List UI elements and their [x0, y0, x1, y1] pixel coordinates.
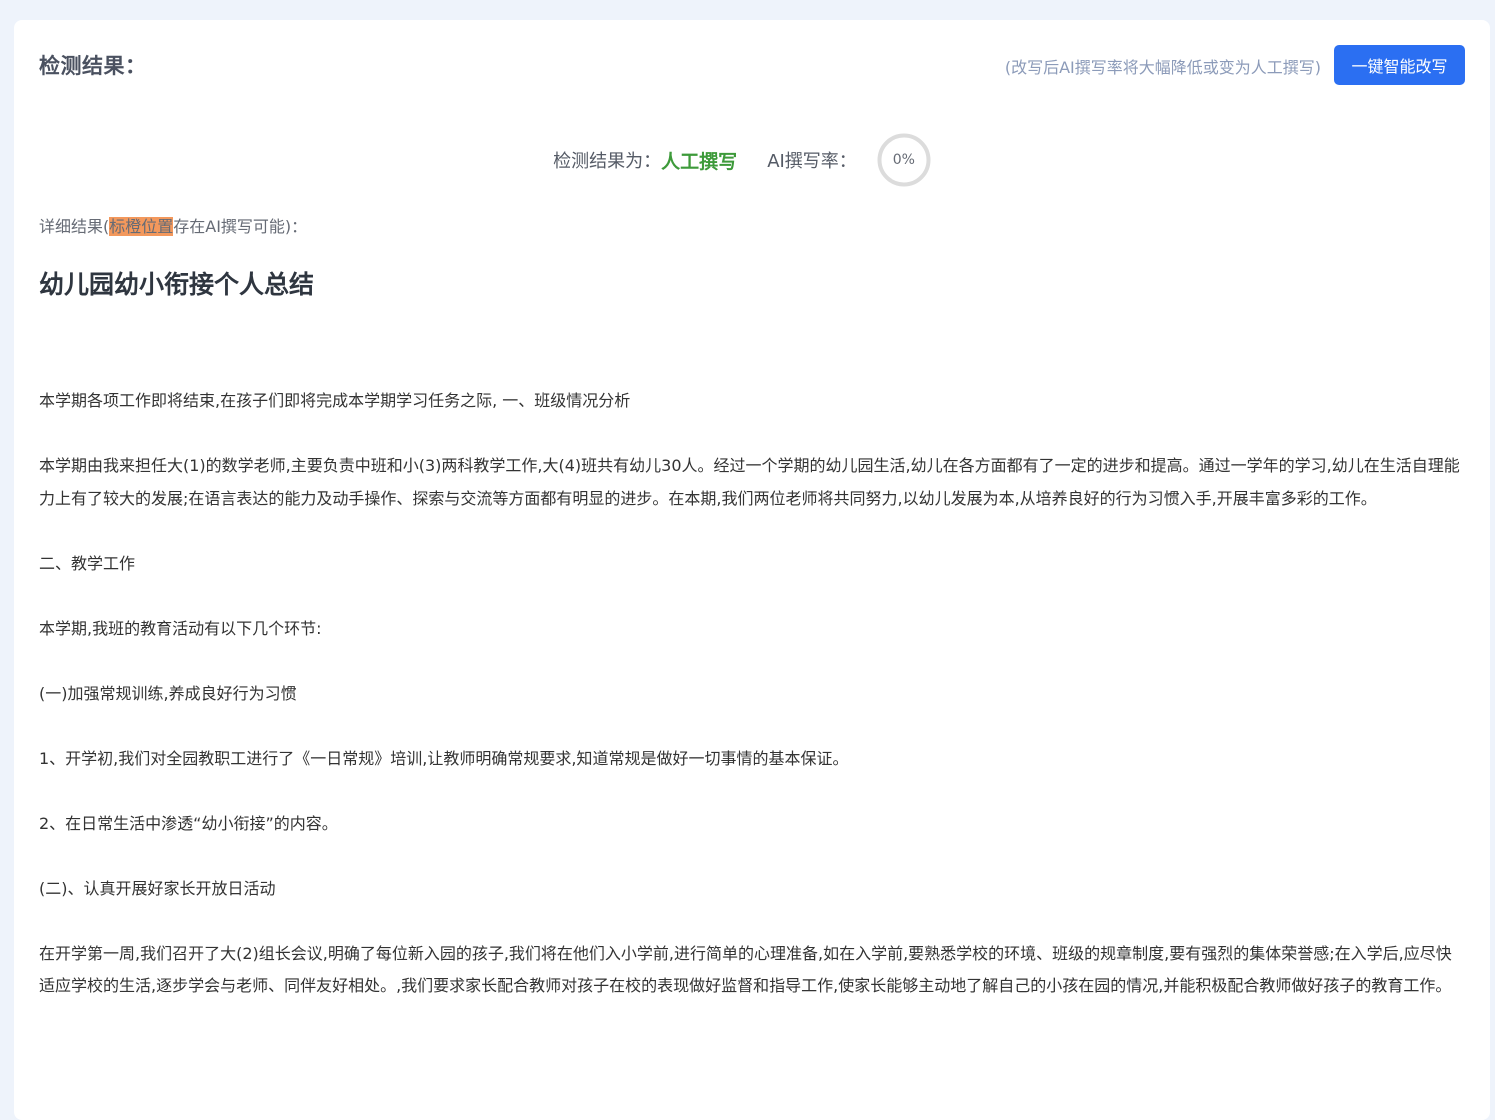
- document-paragraph: 1、开学初,我们对全园教职工进行了《一日常规》培训,让教师明确常规要求,知道常规…: [39, 748, 849, 768]
- document-paragraph: (二)、认真开展好家长开放日活动: [39, 878, 276, 898]
- document-paragraph: 本学期,我班的教育活动有以下几个环节:: [39, 618, 322, 638]
- document-paragraph: 在开学第一周,我们召开了大(2)组长会议,明确了每位新入园的孩子,我们将在他们入…: [39, 943, 1452, 996]
- detail-legend: 详细结果(标橙位置存在AI撰写可能)：: [39, 214, 307, 240]
- document-content: 本学期各项工作即将结束,在孩子们即将完成本学期学习任务之际, 一、班级情况分析本…: [39, 385, 1467, 1035]
- result-value: 人工撰写: [661, 150, 738, 173]
- result-header: 检测结果： (改写后AI撰写率将大幅降低或变为人工撰写) 一键智能改写: [39, 45, 1465, 85]
- result-card: 检测结果： (改写后AI撰写率将大幅降低或变为人工撰写) 一键智能改写 检测结果…: [14, 20, 1490, 1120]
- detail-suffix: 存在AI撰写可能)：: [173, 217, 308, 236]
- document-title: 幼儿园幼小衔接个人总结: [39, 270, 315, 299]
- ai-rate-label: AI撰写率：: [767, 151, 857, 172]
- document-paragraph: 本学期由我来担任大(1)的数学老师,主要负责中班和小(3)两科教学工作,大(4)…: [39, 456, 1460, 508]
- rewrite-hint: (改写后AI撰写率将大幅降低或变为人工撰写): [1004, 58, 1321, 77]
- smart-rewrite-button[interactable]: 一键智能改写: [1334, 45, 1465, 85]
- document-paragraph: 2、在日常生活中渗透“幼小衔接”的内容。: [39, 813, 338, 833]
- detection-summary: 检测结果为： 人工撰写 AI撰写率： 0%: [14, 132, 1490, 188]
- ai-rate-gauge: 0%: [877, 133, 931, 187]
- document-paragraph: 本学期各项工作即将结束,在孩子们即将完成本学期学习任务之际, 一、班级情况分析: [39, 391, 631, 410]
- detail-highlight-sample: 标橙位置: [109, 217, 174, 236]
- result-label: 检测结果为：: [553, 151, 662, 172]
- document-paragraph: 二、教学工作: [39, 553, 136, 573]
- result-title: 检测结果：: [39, 54, 147, 78]
- detail-prefix: 详细结果(: [39, 217, 110, 236]
- document-paragraph: (一)加强常规训练,养成良好行为习惯: [39, 683, 297, 703]
- ai-rate-value: 0%: [892, 152, 915, 168]
